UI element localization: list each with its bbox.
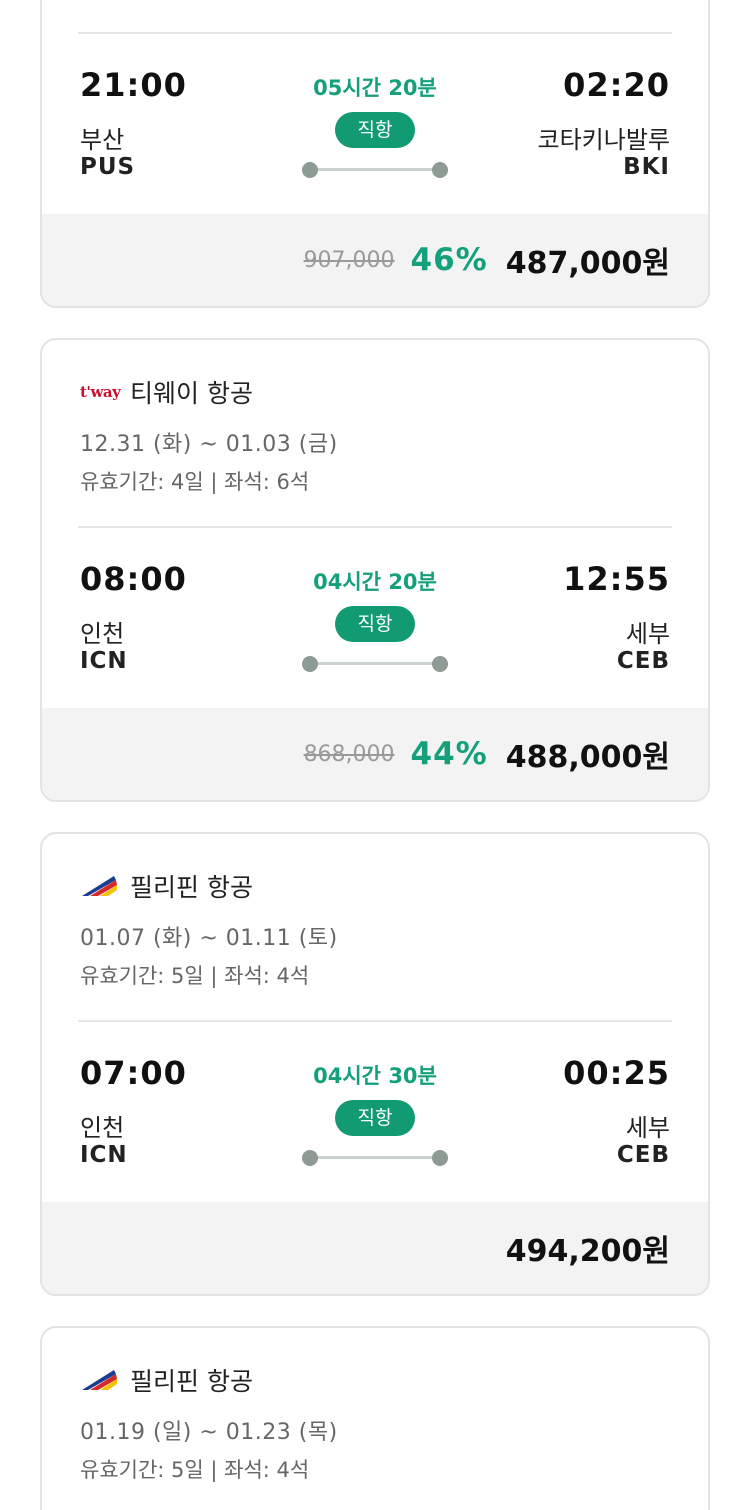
origin-dot (302, 656, 318, 672)
route-summary: 04시간 20분 직항 (265, 560, 485, 672)
price-bar: 494,200원 (42, 1202, 708, 1294)
final-price: 487,000원 (505, 246, 670, 281)
departure-time: 21:00 (80, 66, 187, 104)
validity-seats: 유효기간: 5일 | 좌석: 4석 (80, 964, 310, 988)
arrival-time: 02:20 (563, 66, 670, 104)
final-price: 488,000원 (505, 740, 670, 775)
validity-seats: 유효기간: 4일 | 좌석: 6석 (80, 470, 310, 494)
destination-dot (432, 656, 448, 672)
direct-badge: 직항 (335, 112, 415, 148)
airline-name: 티웨이 항공 (130, 379, 253, 408)
departure-code: ICN (80, 1142, 128, 1168)
card-divider (78, 526, 672, 528)
tway-logo-icon: t'way (80, 383, 121, 401)
route-summary: 04시간 30분 직항 (265, 1054, 485, 1166)
route-line (302, 162, 448, 178)
arrival-city: 세부 (625, 620, 670, 648)
philippine-airlines-logo-icon (80, 872, 120, 900)
price-bar: 907,000 46% 487,000원 (42, 214, 708, 306)
airline-name: 필리핀 항공 (130, 873, 253, 902)
departure-code: ICN (80, 648, 128, 674)
flight-duration: 04시간 20분 (313, 570, 437, 594)
card-divider (78, 32, 672, 34)
departure-city: 인천 (80, 620, 125, 648)
arrival-city: 코타키나발루 (537, 126, 670, 154)
direct-badge: 직항 (335, 1100, 415, 1136)
original-price: 868,000 (303, 741, 395, 767)
flight-card[interactable]: 필리핀 항공 01.07 (화) ~ 01.11 (토) 유효기간: 5일 | … (40, 832, 710, 1296)
discount-rate: 44% (410, 736, 488, 772)
arrival-code: CEB (616, 1142, 670, 1168)
price-bar: 868,000 44% 488,000원 (42, 708, 708, 800)
departure-time: 07:00 (80, 1054, 187, 1092)
direct-badge: 직항 (335, 606, 415, 642)
arrival-time: 00:25 (563, 1054, 670, 1092)
travel-dates: 01.19 (일) ~ 01.23 (목) (80, 1420, 338, 1445)
flight-card[interactable]: t'way 티웨이 항공 12.31 (화) ~ 01.03 (금) 유효기간:… (40, 338, 710, 802)
flight-info: 07:00 인천 ICN 04시간 30분 직항 00:25 세부 CEB (80, 1054, 670, 1214)
airline-row: 필리핀 항공 (80, 870, 253, 902)
origin-dot (302, 1150, 318, 1166)
route-line (302, 1150, 448, 1166)
discount-rate: 46% (410, 242, 488, 278)
arrival-code: CEB (616, 648, 670, 674)
travel-dates: 12.31 (화) ~ 01.03 (금) (80, 432, 338, 457)
departure-code: PUS (80, 154, 136, 180)
destination-dot (432, 1150, 448, 1166)
travel-dates: 01.07 (화) ~ 01.11 (토) (80, 926, 338, 951)
original-price: 907,000 (303, 247, 395, 273)
flight-card[interactable]: 21:00 부산 PUS 05시간 20분 직항 02:20 코타키나발루 BK… (40, 0, 710, 308)
route-line (302, 656, 448, 672)
validity-seats: 유효기간: 5일 | 좌석: 4석 (80, 1458, 310, 1482)
arrival-city: 세부 (625, 1114, 670, 1142)
departure-city: 부산 (80, 126, 125, 154)
philippine-airlines-logo-icon (80, 1366, 120, 1394)
airline-name: 필리핀 항공 (130, 1367, 253, 1396)
flight-info: 08:00 인천 ICN 04시간 20분 직항 12:55 세부 CEB (80, 560, 670, 720)
card-divider (78, 1020, 672, 1022)
arrival-time: 12:55 (563, 560, 670, 598)
airline-row: 필리핀 항공 (80, 1364, 253, 1396)
arrival-code: BKI (623, 154, 670, 180)
departure-city: 인천 (80, 1114, 125, 1142)
origin-dot (302, 162, 318, 178)
departure-time: 08:00 (80, 560, 187, 598)
flight-duration: 05시간 20분 (313, 76, 437, 100)
airline-row: t'way 티웨이 항공 (80, 376, 253, 408)
route-summary: 05시간 20분 직항 (265, 66, 485, 178)
final-price: 494,200원 (505, 1234, 670, 1269)
destination-dot (432, 162, 448, 178)
flight-duration: 04시간 30분 (313, 1064, 437, 1088)
flight-card[interactable]: 필리핀 항공 01.19 (일) ~ 01.23 (목) 유효기간: 5일 | … (40, 1326, 710, 1510)
flight-info: 21:00 부산 PUS 05시간 20분 직항 02:20 코타키나발루 BK… (80, 66, 670, 226)
